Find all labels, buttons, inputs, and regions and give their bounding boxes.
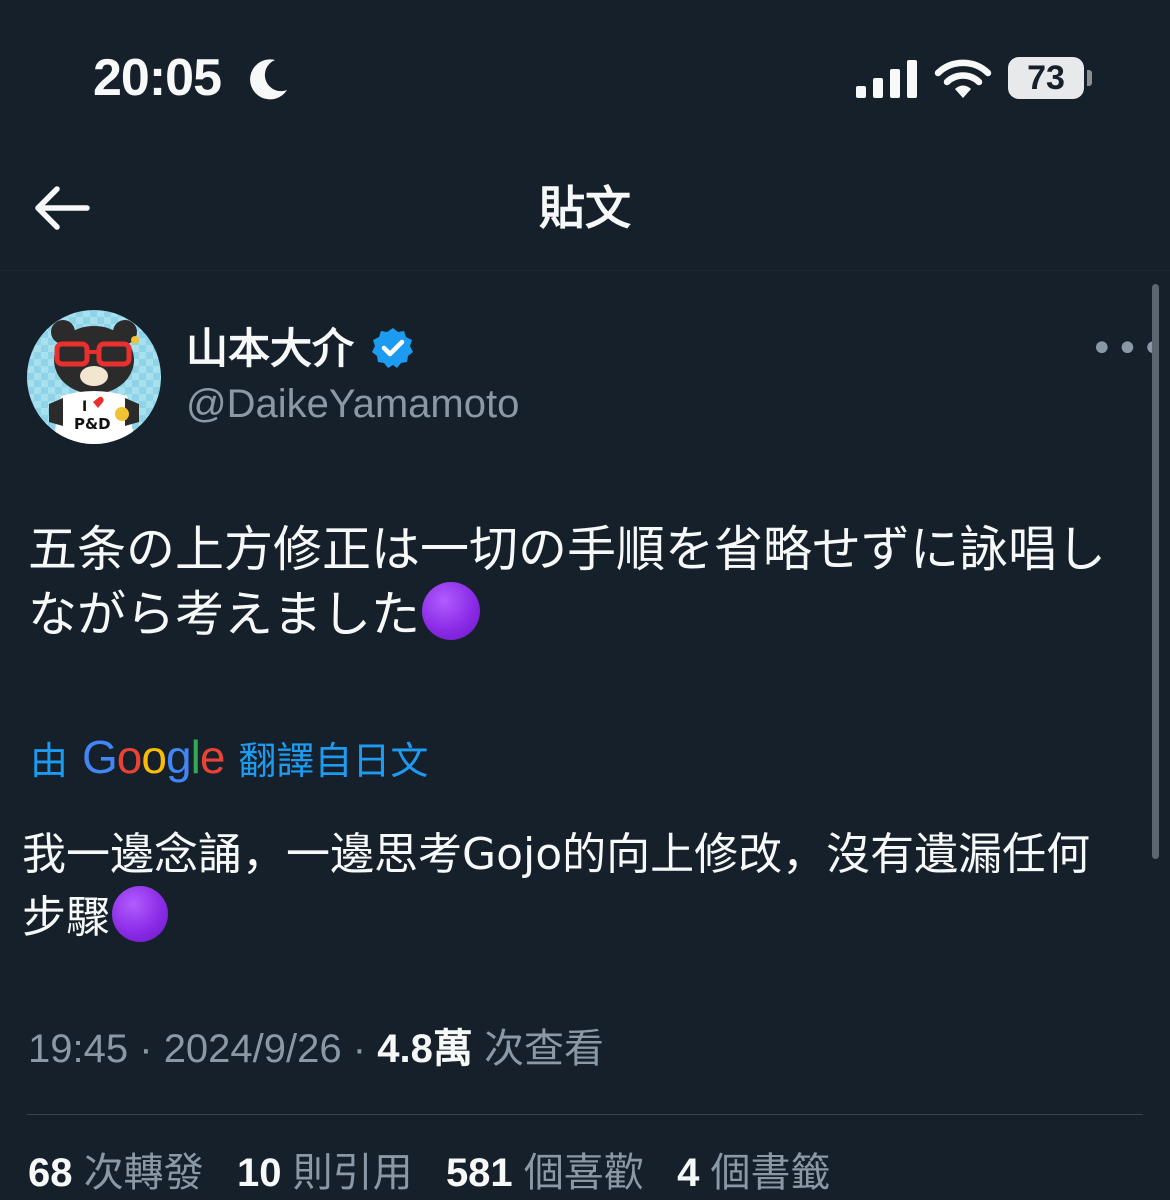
quotes-label: 則引用	[292, 1151, 413, 1195]
bookmarks-label: 個書籤	[710, 1151, 831, 1195]
bear-avatar-image: I P&D	[27, 310, 161, 444]
avatar[interactable]: I P&D	[27, 310, 161, 444]
tweet-text-content: 五条の上方修正は一切の手順を省略せずに詠唱しながら考えました	[28, 521, 1107, 643]
meta-separator: ·	[352, 1027, 367, 1071]
views-label: 次查看	[483, 1027, 604, 1071]
author-handle[interactable]: @DaikeYamamoto	[186, 378, 519, 430]
likes-label: 個喜歡	[523, 1151, 644, 1195]
meta-divider	[27, 1114, 1143, 1115]
bookmarks-stat[interactable]: 4 個書籤	[677, 1151, 830, 1195]
tweet-date[interactable]: 2024/9/26	[164, 1027, 342, 1071]
header-divider	[0, 270, 1170, 271]
meta-separator: ·	[139, 1027, 153, 1071]
scrollbar[interactable]	[1152, 284, 1159, 859]
purple-circle-emoji-icon	[112, 886, 168, 942]
retweets-stat[interactable]: 68 次轉發	[28, 1151, 204, 1195]
retweets-count: 68	[28, 1151, 73, 1195]
bookmarks-count: 4	[677, 1151, 700, 1195]
svg-text:I: I	[82, 399, 87, 415]
moon-icon	[250, 59, 287, 100]
google-logo-icon: Google	[82, 731, 225, 783]
engagement-stats: 68 次轉發 10 則引用 581 個喜歡 4 個書籤	[28, 1146, 831, 1200]
page-title: 貼文	[539, 181, 631, 235]
quotes-stat[interactable]: 10 則引用	[237, 1151, 413, 1195]
tweet-time[interactable]: 19:45	[28, 1027, 128, 1071]
battery-cap	[1087, 70, 1092, 86]
verified-badge-icon	[372, 328, 413, 368]
quotes-count: 10	[236, 1151, 282, 1195]
author-display-name[interactable]: 山本大介	[186, 322, 354, 376]
retweets-label: 次轉發	[83, 1151, 204, 1195]
wifi-icon	[934, 59, 992, 98]
status-time: 20:05	[93, 49, 222, 107]
battery-level: 73	[1027, 58, 1065, 97]
views-count: 4.8萬	[377, 1027, 473, 1071]
more-options-icon[interactable]: •••	[1090, 326, 1165, 372]
cellular-signal-icon	[856, 60, 917, 98]
tweet-meta: 19:45 · 2024/9/26 · 4.8萬 次查看	[28, 1022, 604, 1076]
translated-by-google-link[interactable]: 由 Google 翻譯自日文	[30, 727, 428, 787]
tweet-text: 五条の上方修正は一切の手順を省略せずに詠唱しながら考えました	[28, 518, 1128, 647]
purple-circle-emoji-icon	[422, 582, 481, 640]
svg-text:P&D: P&D	[74, 415, 111, 433]
translated-text: 我一邊念誦，一邊思考Gojo的向上修改，沒有遺漏任何步驟	[22, 824, 1132, 949]
battery-icon: 73	[1008, 57, 1084, 99]
translated-text-content: 我一邊念誦，一邊思考Gojo的向上修改，沒有遺漏任何步驟	[22, 829, 1091, 943]
likes-stat[interactable]: 581 個喜歡	[446, 1151, 644, 1195]
likes-count: 581	[445, 1151, 513, 1195]
translate-prefix: 由	[30, 738, 69, 783]
translate-suffix: 翻譯自日文	[238, 738, 429, 783]
